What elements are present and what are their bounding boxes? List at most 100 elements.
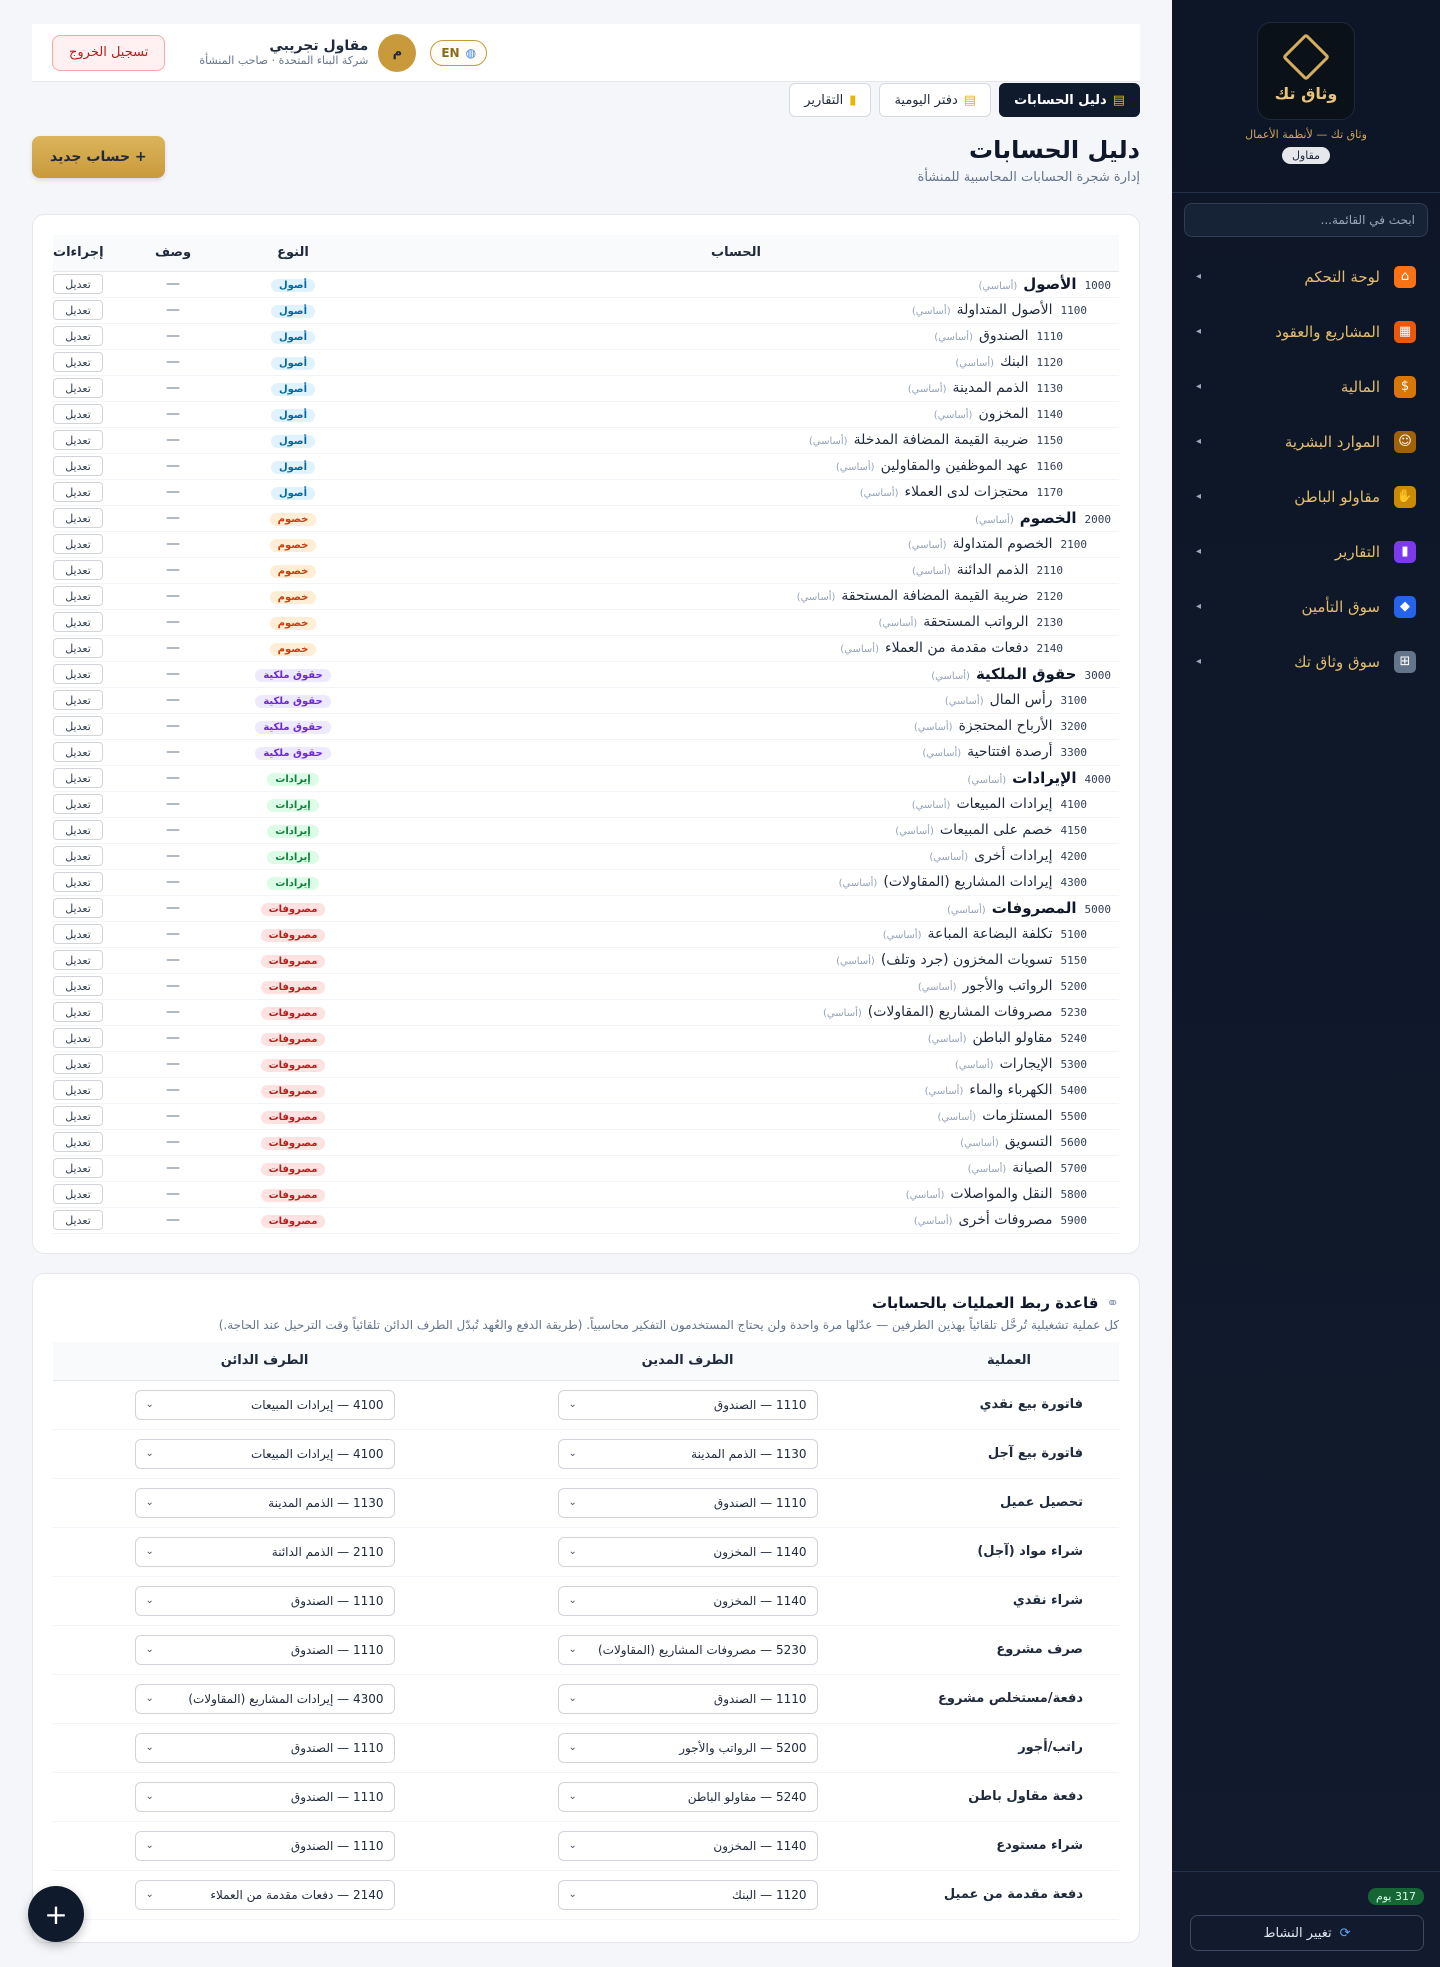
edit-button[interactable]: تعديل (53, 1106, 103, 1126)
tab-1[interactable]: ▤ دفتر اليومية (879, 83, 992, 117)
tab-2[interactable]: ▮ التقارير (789, 83, 872, 117)
edit-button[interactable]: تعديل (53, 976, 103, 996)
edit-button[interactable]: تعديل (53, 794, 103, 814)
edit-button[interactable]: تعديل (53, 430, 103, 450)
sidebar-item-2[interactable]: $ المالية ◂ (1172, 359, 1440, 414)
account-code: 1100 (1060, 304, 1088, 317)
account-name: ضريبة القيمة المضافة المدخلة (853, 432, 1029, 448)
credit-select[interactable]: 1110 — الصندوق ⌄ (134, 1585, 395, 1616)
credit-select[interactable]: 1110 — الصندوق ⌄ (134, 1781, 395, 1812)
debit-select[interactable]: 1130 — الذمم المدينة ⌄ (557, 1438, 818, 1469)
switch-activity-button[interactable]: ⟳ تغيير النشاط (1190, 1915, 1424, 1951)
edit-button[interactable]: تعديل (53, 690, 103, 710)
sidebar-item-label: سوق التأمين (1301, 597, 1380, 616)
credit-select[interactable]: 4300 — إيرادات المشاريع (المقاولات) ⌄ (134, 1683, 395, 1714)
language-toggle[interactable]: EN ◍ (430, 39, 488, 66)
table-row: 5300 الإيجارات (أساسي) مصروفات — تعديل (53, 1051, 1119, 1078)
edit-button[interactable]: تعديل (53, 872, 103, 892)
debit-select[interactable]: 1110 — الصندوق ⌄ (557, 1683, 818, 1714)
brand-logo[interactable]: وثاق تك (1257, 22, 1355, 120)
edit-button[interactable]: تعديل (53, 274, 103, 294)
sidebar-item-6[interactable]: ◆ سوق التأمين ◂ (1172, 579, 1440, 634)
edit-button[interactable]: تعديل (53, 326, 103, 346)
edit-button[interactable]: تعديل (53, 586, 103, 606)
edit-button[interactable]: تعديل (53, 612, 103, 632)
edit-button[interactable]: تعديل (53, 1054, 103, 1074)
edit-button[interactable]: تعديل (53, 1210, 103, 1230)
accounts-header-row: الحساب النوع وصف إجراءات (53, 235, 1119, 272)
edit-button[interactable]: تعديل (53, 1132, 103, 1152)
edit-button[interactable]: تعديل (53, 1080, 103, 1100)
sidebar-item-0[interactable]: ⌂ لوحة التحكم ◂ (1172, 249, 1440, 304)
edit-button[interactable]: تعديل (53, 1002, 103, 1022)
edit-button[interactable]: تعديل (53, 742, 103, 762)
debit-select[interactable]: 5200 — الرواتب والأجور ⌄ (557, 1732, 818, 1763)
edit-button[interactable]: تعديل (53, 820, 103, 840)
edit-button[interactable]: تعديل (53, 456, 103, 476)
user-box[interactable]: مقاول تجريبي شركة البناء المتحدة · صاحب … (199, 33, 417, 72)
debit-select[interactable]: 5230 — مصروفات المشاريع (المقاولات) ⌄ (557, 1634, 818, 1665)
debit-select[interactable]: 1140 — المخزون ⌄ (557, 1830, 818, 1861)
edit-button[interactable]: تعديل (53, 404, 103, 424)
edit-button[interactable]: تعديل (53, 378, 103, 398)
credit-select[interactable]: 1110 — الصندوق ⌄ (134, 1634, 395, 1665)
sidebar-item-1[interactable]: ▦ المشاريع والعقود ◂ (1172, 304, 1440, 359)
debit-select[interactable]: 1110 — الصندوق ⌄ (557, 1487, 818, 1518)
edit-button[interactable]: تعديل (53, 768, 103, 788)
sidebar-search-input[interactable]: ابحث في القائمة... (1184, 203, 1428, 237)
account-code: 5500 (1060, 1110, 1088, 1123)
account-code: 5300 (1060, 1058, 1088, 1071)
operation-name: دفعة/مستخلص مشروع (899, 1674, 1119, 1724)
edit-button[interactable]: تعديل (53, 300, 103, 320)
edit-button[interactable]: تعديل (53, 1184, 103, 1204)
sidebar-item-content: ✋ مقاولو الباطن (1294, 485, 1416, 508)
sidebar-item-4[interactable]: ✋ مقاولو الباطن ◂ (1172, 469, 1440, 524)
sidebar-item-7[interactable]: ⊞ سوق وثاق تك ◂ (1172, 634, 1440, 689)
main-content: تسجيل الخروج مقاول تجريبي شركة البناء ال… (32, 0, 1140, 1943)
edit-button[interactable]: تعديل (53, 898, 103, 918)
type-badge: حقوق ملكية (255, 695, 331, 708)
debit-select[interactable]: 1140 — المخزون ⌄ (557, 1536, 818, 1567)
edit-button[interactable]: تعديل (53, 352, 103, 372)
edit-button[interactable]: تعديل (53, 638, 103, 658)
debit-select[interactable]: 1110 — الصندوق ⌄ (557, 1389, 818, 1420)
new-account-button[interactable]: + حساب جديد (32, 136, 165, 178)
credit-select[interactable]: 2140 — دفعات مقدمة من العملاء ⌄ (134, 1879, 395, 1910)
credit-select[interactable]: 4100 — إيرادات المبيعات ⌄ (134, 1438, 395, 1469)
credit-select[interactable]: 1110 — الصندوق ⌄ (134, 1830, 395, 1861)
fab-add-button[interactable]: + (28, 1886, 84, 1942)
edit-button[interactable]: تعديل (53, 846, 103, 866)
debit-select[interactable]: 5240 — مقاولو الباطن ⌄ (557, 1781, 818, 1812)
type-cell: مصروفات (233, 1025, 353, 1052)
edit-button[interactable]: تعديل (53, 1158, 103, 1178)
account-cell: 1140 المخزون (أساسي) (353, 401, 1119, 428)
type-cell: أصول (233, 401, 353, 428)
actions-cell: تعديل (53, 1181, 113, 1208)
chevron-down-icon: ⌄ (145, 1644, 154, 1655)
table-row: تحصيل عميل 1110 — الصندوق ⌄ 1130 — الذمم ال… (53, 1478, 1119, 1528)
actions-cell: تعديل (53, 973, 113, 1000)
edit-button[interactable]: تعديل (53, 950, 103, 970)
credit-select[interactable]: 2110 — الذمم الدائنة ⌄ (134, 1536, 395, 1567)
credit-select[interactable]: 1110 — الصندوق ⌄ (134, 1732, 395, 1763)
debit-select[interactable]: 1140 — المخزون ⌄ (557, 1585, 818, 1616)
account-cell: 5400 الكهرباء والماء (أساسي) (353, 1077, 1119, 1104)
type-badge: حقوق ملكية (255, 721, 331, 734)
edit-button[interactable]: تعديل (53, 716, 103, 736)
edit-button[interactable]: تعديل (53, 482, 103, 502)
edit-button[interactable]: تعديل (53, 560, 103, 580)
edit-button[interactable]: تعديل (53, 1028, 103, 1048)
edit-button[interactable]: تعديل (53, 664, 103, 684)
account-cell: 5240 مقاولو الباطن (أساسي) (353, 1025, 1119, 1052)
edit-button[interactable]: تعديل (53, 508, 103, 528)
sidebar-item-5[interactable]: ▮ التقارير ◂ (1172, 524, 1440, 579)
credit-select[interactable]: 4100 — إيرادات المبيعات ⌄ (134, 1389, 395, 1420)
credit-select[interactable]: 1130 — الذمم المدينة ⌄ (134, 1487, 395, 1518)
edit-button[interactable]: تعديل (53, 534, 103, 554)
type-cell: خصوم (233, 505, 353, 532)
sidebar-item-3[interactable]: ☺ الموارد البشرية ◂ (1172, 414, 1440, 469)
tab-0[interactable]: ▤ دليل الحسابات (999, 83, 1140, 117)
edit-button[interactable]: تعديل (53, 924, 103, 944)
logout-button[interactable]: تسجيل الخروج (52, 34, 166, 71)
debit-select[interactable]: 1120 — البنك ⌄ (557, 1879, 818, 1910)
